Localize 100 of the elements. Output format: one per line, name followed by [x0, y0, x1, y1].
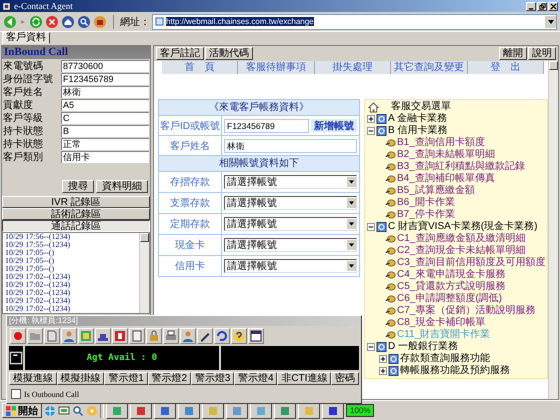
globe-icon[interactable]	[44, 404, 56, 416]
input-field[interactable]: F123456789	[61, 72, 149, 84]
pen-icon[interactable]	[197, 328, 213, 344]
record-icon[interactable]	[10, 328, 26, 344]
tree-item[interactable]: C4_來電申請現金卡服務	[397, 269, 506, 281]
log-entry[interactable]: 10/29 17:02--(1234)	[5, 297, 139, 305]
log-entry[interactable]: 10/29 17:05--()	[5, 257, 139, 265]
scrollbar[interactable]	[139, 233, 149, 313]
tree-item[interactable]: C8_現金卡補印帳單	[397, 317, 486, 329]
tree-item[interactable]: C7_專案（促銷）活動說明服務	[397, 305, 536, 317]
dropdown-button[interactable]	[545, 16, 556, 28]
lock-icon[interactable]	[146, 328, 162, 344]
phone-button[interactable]: 警示燈3	[190, 372, 234, 385]
expand-toggle-icon[interactable]	[367, 343, 375, 351]
log-entry[interactable]: 10/29 17:05--()	[5, 249, 139, 257]
grid-icon[interactable]	[78, 328, 94, 344]
phone-button[interactable]: 非CTI進線	[277, 372, 332, 385]
user-icon[interactable]	[180, 328, 196, 344]
input-field[interactable]: F123456789	[224, 118, 309, 132]
tab[interactable]: 客戶註記	[156, 47, 204, 60]
expand-toggle-icon[interactable]	[367, 115, 375, 123]
back-icon[interactable]	[3, 14, 17, 28]
refresh-icon[interactable]	[214, 328, 230, 344]
phone-button[interactable]: 密碼	[331, 372, 359, 385]
phone-button[interactable]: 模擬進線	[9, 372, 57, 385]
log-entry[interactable]: 10/29 17:02--(1234)	[5, 305, 139, 313]
input-field[interactable]: B	[61, 124, 149, 136]
tree-item[interactable]: A 金融卡業務	[388, 113, 447, 125]
nav-link[interactable]: 掛失處理	[314, 61, 392, 74]
taskbar-button[interactable]	[130, 402, 152, 418]
page-icon[interactable]	[44, 328, 60, 344]
taskbar-button[interactable]	[226, 402, 248, 418]
taskbar-button[interactable]	[274, 402, 296, 418]
scrollbar[interactable]	[548, 61, 558, 399]
tree-item[interactable]: B7_停卡作業	[397, 209, 455, 221]
tree-item[interactable]: C 財吉寶VISA卡業務(現金卡業務)	[388, 221, 538, 233]
expand-toggle-icon[interactable]	[379, 355, 387, 363]
tree-item[interactable]: 存款類查詢服務功能	[400, 353, 490, 365]
log-entry[interactable]: 10/29 17:02--(1234)	[5, 281, 139, 289]
tree-item[interactable]: C2_查詢現金卡未結帳單明細	[397, 245, 526, 257]
input-field[interactable]: 林衛	[224, 138, 357, 152]
taskbar-button[interactable]	[178, 402, 200, 418]
close-button[interactable]	[548, 2, 558, 10]
tree-item[interactable]: B6_開卡作業	[397, 197, 455, 209]
desktop-icon[interactable]	[58, 404, 70, 416]
nav-link[interactable]: 客服待辦事項	[238, 61, 315, 74]
taskbar-button[interactable]	[202, 402, 224, 418]
tree-item[interactable]: C6_申請調整額度(調低)	[397, 293, 502, 305]
note-icon[interactable]	[129, 328, 145, 344]
log-entry[interactable]: 10/29 17:05--()	[5, 265, 139, 273]
taskbar-button[interactable]	[250, 402, 272, 418]
expand-toggle-icon[interactable]	[367, 127, 375, 135]
nav-link[interactable]: 首 頁	[162, 61, 238, 74]
tree-item[interactable]: B3_查詢紅利積點與繳款記錄	[397, 161, 525, 173]
select-field[interactable]: 請選擇帳號	[224, 175, 357, 189]
stop-icon[interactable]	[45, 14, 59, 28]
input-field[interactable]: A5	[61, 98, 149, 110]
tree-item[interactable]: B 信用卡業務	[388, 125, 448, 137]
phone-button[interactable]: 警示燈1	[104, 372, 148, 385]
toolbar-button[interactable]: 離開	[499, 47, 527, 60]
toolbar-button[interactable]: 說明	[528, 47, 556, 60]
select-field[interactable]: 請選擇帳號	[224, 217, 357, 231]
taskbar-button[interactable]	[322, 402, 344, 418]
phone-icon[interactable]	[95, 328, 111, 344]
section-tab[interactable]: IVR 記錄區	[2, 196, 150, 208]
tree-item[interactable]: C5_貸還款方式說明服務	[397, 281, 506, 293]
input-field[interactable]: 87730600	[61, 60, 149, 72]
bag-icon[interactable]	[93, 14, 107, 28]
checkbox[interactable]	[11, 389, 21, 399]
tree-item[interactable]: D 一般銀行業務	[388, 341, 458, 353]
home-icon[interactable]	[61, 14, 75, 28]
tree-item[interactable]: C3_查詢目前信用額度及可用額度	[397, 257, 546, 269]
phone-button[interactable]: 警示燈4	[234, 372, 278, 385]
restore-button[interactable]	[537, 2, 547, 10]
select-field[interactable]: 請選擇帳號	[224, 238, 357, 252]
tree-item[interactable]: 轉帳服務功能及預約服務	[400, 365, 510, 377]
log-entry[interactable]: 10/29 17:02--(1234)	[5, 289, 139, 297]
input-field[interactable]: 信用卡	[61, 150, 149, 162]
search-icon[interactable]	[72, 404, 84, 416]
select-field[interactable]: 請選擇帳號	[224, 196, 357, 210]
search-icon[interactable]	[77, 14, 91, 28]
nav-link[interactable]: 登 出	[468, 61, 544, 74]
tab[interactable]: 客戶資料	[2, 32, 50, 44]
tree-item[interactable]: C1_查詢應繳金額及繳清明細	[397, 233, 526, 245]
tree-item[interactable]: B5_試算應繳金額	[397, 185, 475, 197]
tree-item[interactable]: B1_查詢信用卡額度	[397, 137, 485, 149]
section-tab[interactable]: 通話記錄區	[2, 220, 150, 232]
log-entry[interactable]: 10/29 17:02--(1234)	[5, 273, 139, 281]
taskbar-button[interactable]	[106, 402, 128, 418]
add-account-button[interactable]: 新增帳號	[311, 119, 357, 132]
taskbar-button[interactable]	[298, 402, 320, 418]
select-field[interactable]: 請選擇帳號	[224, 259, 357, 273]
help-icon[interactable]	[231, 328, 247, 344]
printer-icon[interactable]	[163, 328, 179, 344]
expand-toggle-icon[interactable]	[379, 367, 387, 375]
input-field[interactable]: 林衛	[61, 86, 149, 98]
input-field[interactable]: 正常	[61, 138, 149, 150]
folder-icon[interactable]	[27, 328, 43, 344]
phone-button[interactable]: 警示燈2	[148, 372, 191, 385]
phone-button[interactable]: 模擬掛線	[56, 372, 104, 385]
